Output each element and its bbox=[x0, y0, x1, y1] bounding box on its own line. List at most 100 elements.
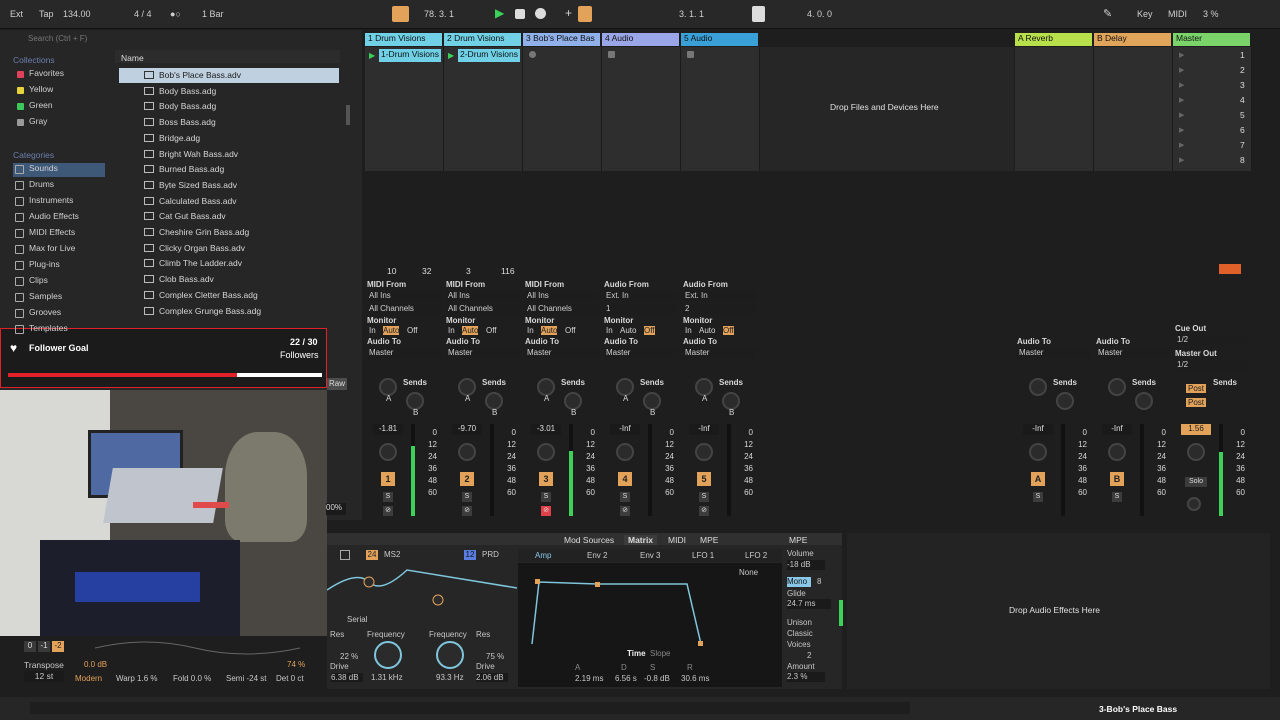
quantize-menu[interactable]: 1 Bar bbox=[202, 9, 224, 19]
tempo-field[interactable]: 134.00 bbox=[63, 9, 91, 19]
osc-detune[interactable]: Det 0 ct bbox=[276, 674, 304, 683]
solo-button[interactable]: S bbox=[1033, 492, 1043, 502]
env-attack-handle[interactable] bbox=[535, 579, 540, 584]
follow-icon[interactable] bbox=[392, 6, 409, 22]
track-activator[interactable]: 1 bbox=[381, 472, 395, 486]
monitor-off-button[interactable]: Off bbox=[486, 326, 497, 335]
tab-mpe[interactable]: MPE bbox=[700, 535, 718, 545]
env-time-tab[interactable]: Time bbox=[627, 649, 646, 658]
sidebar-item-midi-effects[interactable]: MIDI Effects bbox=[13, 227, 105, 241]
monitor-in-button[interactable]: In bbox=[369, 326, 376, 335]
mono-button[interactable]: Mono bbox=[787, 577, 811, 587]
track-activator[interactable]: 4 bbox=[618, 472, 632, 486]
tab-midi[interactable]: MIDI bbox=[668, 535, 686, 545]
return-header[interactable]: B Delay bbox=[1094, 33, 1171, 46]
tab-mod-sources[interactable]: Mod Sources bbox=[564, 535, 614, 545]
output-select[interactable]: Master bbox=[604, 348, 678, 358]
filter-point-1[interactable] bbox=[432, 594, 444, 606]
mono-voices[interactable]: 8 bbox=[817, 577, 821, 586]
pan-knob[interactable] bbox=[695, 443, 713, 461]
output-select[interactable]: Master bbox=[1096, 348, 1170, 358]
pan-knob[interactable] bbox=[1029, 443, 1047, 461]
monitor-off-button[interactable]: Off bbox=[723, 326, 734, 335]
adsr-value[interactable]: 6.56 s bbox=[615, 674, 637, 683]
octave-button[interactable]: -2 bbox=[52, 641, 64, 652]
osc-mode[interactable]: Modern bbox=[75, 674, 102, 683]
loop-start[interactable]: 3. 1. 1 bbox=[679, 9, 704, 19]
scene-launch-icon[interactable]: ▶ bbox=[1179, 156, 1184, 164]
input-channel-select[interactable]: All Channels bbox=[367, 304, 441, 314]
raw-button[interactable]: Raw bbox=[327, 378, 347, 390]
send-a-knob[interactable] bbox=[1029, 378, 1047, 396]
send-b-knob[interactable] bbox=[1135, 392, 1153, 410]
solo-button[interactable]: S bbox=[383, 492, 393, 502]
post-button-b[interactable]: Post bbox=[1186, 398, 1207, 407]
tap-button[interactable]: Tap bbox=[39, 9, 54, 19]
search-input[interactable]: Search (Ctrl + F) bbox=[28, 34, 348, 48]
solo-button[interactable]: S bbox=[541, 492, 551, 502]
drive2-value[interactable]: 2.06 dB bbox=[476, 673, 508, 682]
output-select[interactable]: Master bbox=[1017, 348, 1091, 358]
track-header[interactable]: 1 Drum Visions bbox=[365, 33, 442, 46]
file-row[interactable]: Climb The Ladder.adv bbox=[142, 256, 338, 271]
monitor-auto-button[interactable]: Auto bbox=[462, 326, 479, 335]
file-list-scrollbar[interactable] bbox=[346, 105, 350, 125]
ext-sync-button[interactable]: Ext bbox=[10, 9, 23, 19]
monitor-off-button[interactable]: Off bbox=[565, 326, 576, 335]
cue-out-select[interactable]: 1/2 bbox=[1175, 335, 1249, 345]
scene-number[interactable]: 4 bbox=[1240, 95, 1245, 105]
output-select[interactable]: Master bbox=[446, 348, 520, 358]
midi-map-button[interactable]: MIDI bbox=[1168, 9, 1187, 19]
monitor-in-button[interactable]: In bbox=[606, 326, 613, 335]
file-row[interactable]: Calculated Bass.adv bbox=[142, 194, 338, 209]
track-activator[interactable]: 2 bbox=[460, 472, 474, 486]
monitor-off-button[interactable]: Off bbox=[644, 326, 655, 335]
monitor-auto-button[interactable]: Auto bbox=[541, 326, 558, 335]
clip-slots[interactable] bbox=[602, 47, 681, 171]
env-decay-handle[interactable] bbox=[595, 582, 600, 587]
sidebar-item-templates[interactable]: Templates bbox=[13, 323, 105, 337]
volume-value[interactable]: -Inf bbox=[1023, 424, 1053, 435]
octave-button[interactable]: -1 bbox=[38, 641, 50, 652]
sidebar-item-plug-ins[interactable]: Plug-ins bbox=[13, 259, 105, 273]
filter-icon[interactable] bbox=[340, 550, 350, 560]
scene-number[interactable]: 8 bbox=[1240, 155, 1245, 165]
track-header[interactable]: 3 Bob's Place Bas bbox=[523, 33, 600, 46]
monitor-off-button[interactable]: Off bbox=[407, 326, 418, 335]
slot-stop-icon[interactable] bbox=[608, 51, 615, 58]
env-slope-tab[interactable]: Slope bbox=[650, 649, 670, 658]
transpose-value[interactable]: 12 st bbox=[24, 671, 64, 682]
track-activator[interactable]: 5 bbox=[697, 472, 711, 486]
scene-launch-icon[interactable]: ▶ bbox=[1179, 111, 1184, 119]
routing-serial[interactable]: Serial bbox=[347, 615, 367, 624]
env-tab[interactable]: LFO 1 bbox=[692, 551, 714, 560]
scene-launch-icon[interactable]: ▶ bbox=[1179, 96, 1184, 104]
pan-knob[interactable] bbox=[616, 443, 634, 461]
freq1-knob[interactable] bbox=[374, 641, 402, 669]
file-row[interactable]: Cat Gut Bass.adv bbox=[142, 209, 338, 224]
file-row[interactable]: Byte Sized Bass.adv bbox=[142, 178, 338, 193]
filter-point-2[interactable] bbox=[363, 576, 375, 588]
input-channel-select[interactable]: 2 bbox=[683, 304, 757, 314]
master-out-select[interactable]: 1/2 bbox=[1175, 360, 1249, 370]
scene-launch-icon[interactable]: ▶ bbox=[1179, 126, 1184, 134]
ms2-label[interactable]: MS2 bbox=[384, 550, 400, 559]
env-tab[interactable]: Env 3 bbox=[640, 551, 660, 560]
input-type-select[interactable]: All Ins bbox=[367, 291, 441, 301]
env-tab[interactable]: Env 2 bbox=[587, 551, 607, 560]
send-b-knob[interactable] bbox=[1056, 392, 1074, 410]
time-signature[interactable]: 4 / 4 bbox=[134, 9, 152, 19]
scene-number[interactable]: 2 bbox=[1240, 65, 1245, 75]
clip-slots[interactable] bbox=[444, 47, 523, 171]
glide-value[interactable]: 24.7 ms bbox=[787, 599, 831, 609]
volume-value[interactable]: -18 dB bbox=[787, 560, 825, 570]
adsr-value[interactable]: 30.6 ms bbox=[681, 674, 709, 683]
volume-value[interactable]: -Inf bbox=[610, 424, 640, 435]
octave-button[interactable]: 0 bbox=[24, 641, 36, 652]
return-activator[interactable]: A bbox=[1031, 472, 1045, 486]
file-row[interactable]: Body Bass.adg bbox=[142, 99, 338, 114]
envelope-graph[interactable] bbox=[527, 576, 772, 648]
clip-play-icon[interactable]: ▶ bbox=[369, 51, 375, 60]
solo-switch[interactable]: Solo bbox=[1185, 477, 1207, 487]
file-row[interactable]: Complex Grunge Bass.adg bbox=[142, 304, 338, 319]
